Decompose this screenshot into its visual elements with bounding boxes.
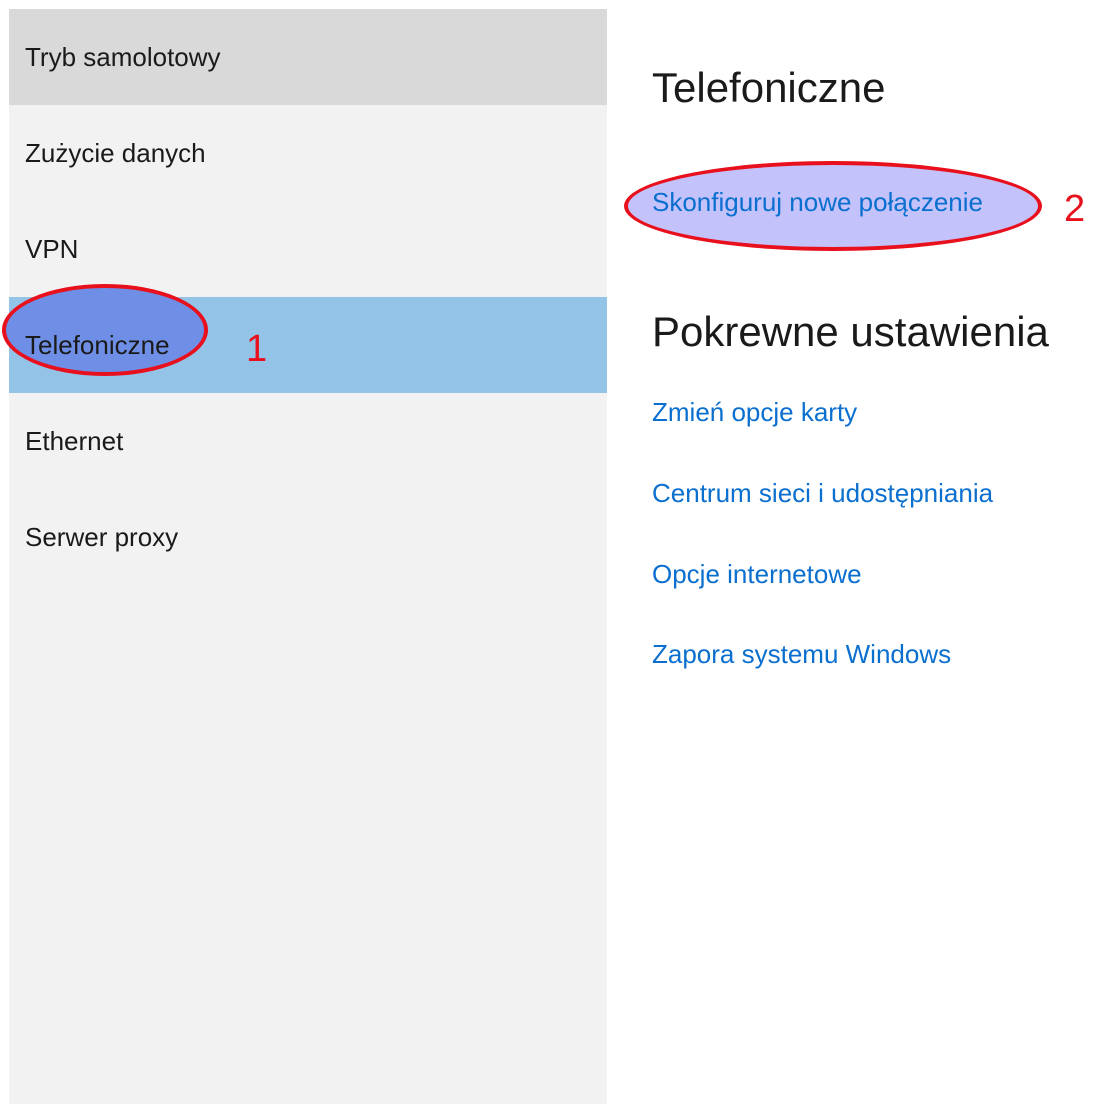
sidebar-item-label: Ethernet [25, 425, 124, 456]
sidebar-item-label: Tryb samolotowy [25, 41, 221, 72]
sidebar-item-data-usage[interactable]: Zużycie danych [9, 105, 607, 201]
annotation-marker-2: 2 [1064, 188, 1086, 230]
annotation-marker-1: 1 [246, 328, 268, 370]
change-adapter-options-link[interactable]: Zmień opcje karty [652, 397, 857, 428]
sidebar-item-vpn[interactable]: VPN [9, 201, 607, 297]
sidebar-item-label: Serwer proxy [25, 521, 179, 552]
sidebar-item-ethernet[interactable]: Ethernet [9, 393, 607, 489]
network-sharing-center-link[interactable]: Centrum sieci i udostępniania [652, 478, 993, 509]
settings-window: Tryb samolotowy Zużycie danych VPN Telef… [0, 0, 1093, 1104]
sidebar-item-airplane-mode[interactable]: Tryb samolotowy [9, 9, 607, 105]
internet-options-link[interactable]: Opcje internetowe [652, 559, 862, 590]
setup-new-connection-link[interactable]: Skonfiguruj nowe połączenie [652, 187, 983, 218]
sidebar: Tryb samolotowy Zużycie danych VPN Telef… [9, 9, 607, 1104]
related-settings-heading: Pokrewne ustawienia [652, 308, 1049, 355]
sidebar-item-proxy[interactable]: Serwer proxy [9, 489, 607, 585]
windows-firewall-link[interactable]: Zapora systemu Windows [652, 639, 951, 670]
sidebar-item-label: Telefoniczne [25, 329, 170, 360]
sidebar-item-label: VPN [25, 233, 79, 264]
page-title: Telefoniczne [652, 64, 886, 111]
sidebar-item-label: Zużycie danych [25, 137, 206, 168]
